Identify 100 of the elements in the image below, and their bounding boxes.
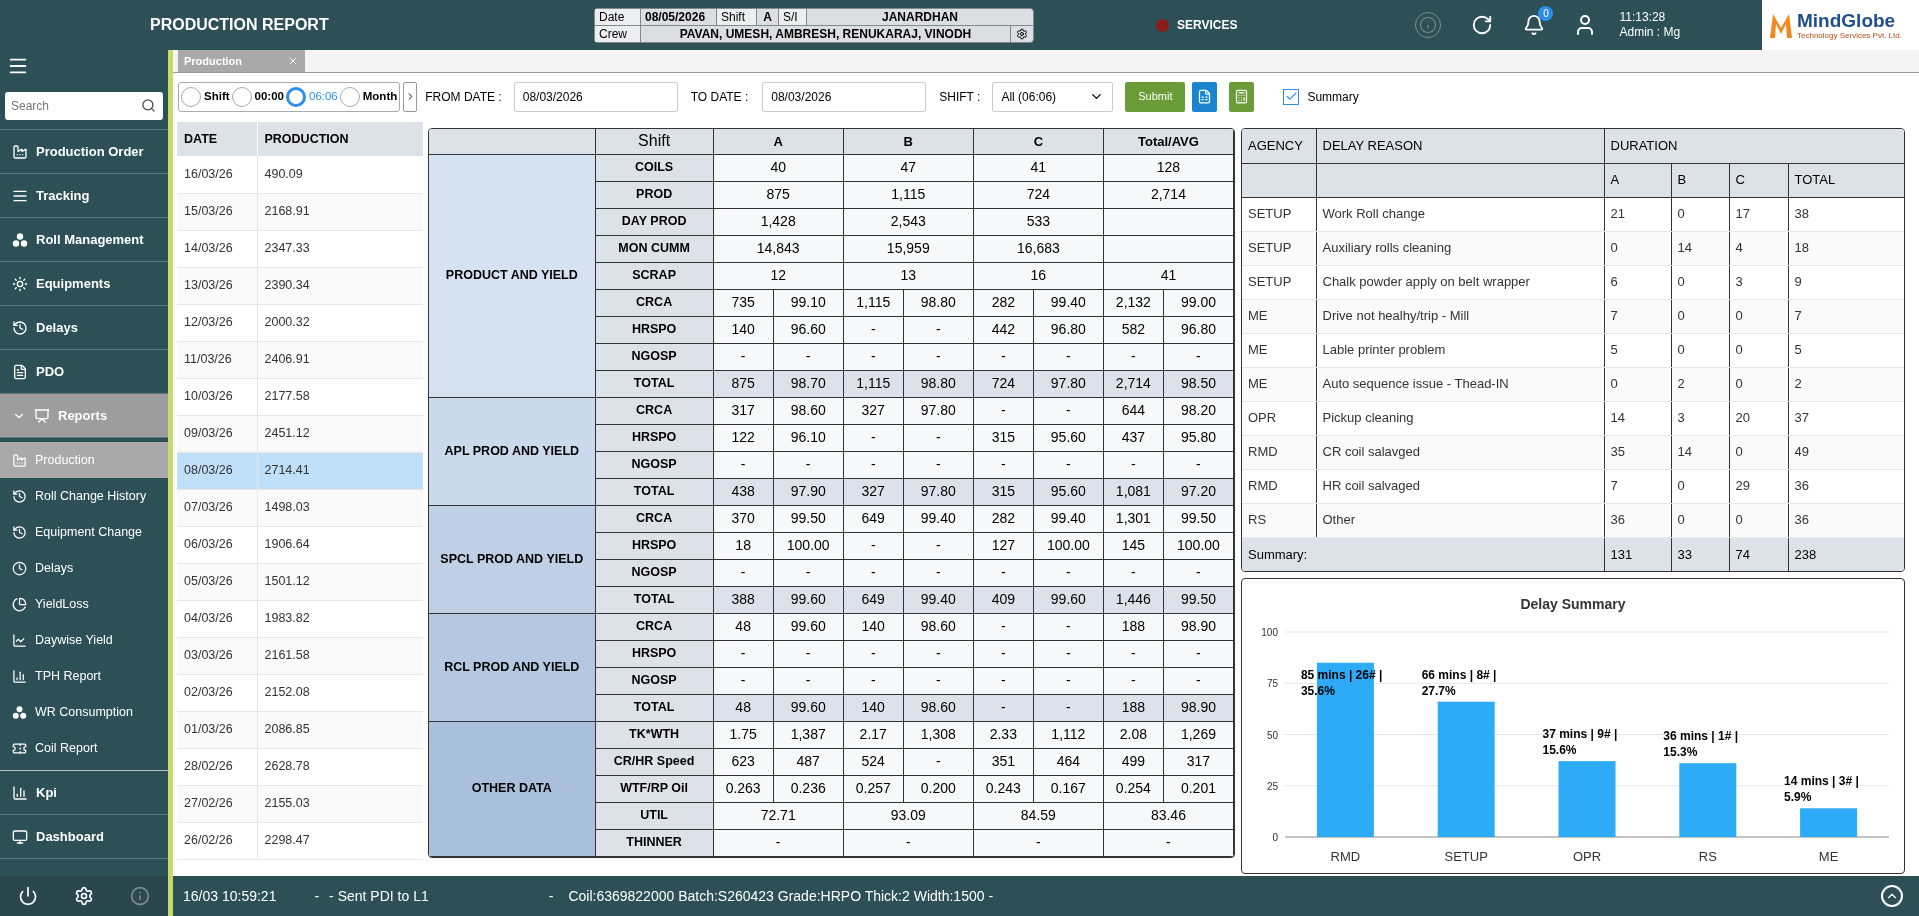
date-cell[interactable]: 10/03/26 [177, 378, 257, 415]
date-cell[interactable]: 04/03/26 [177, 600, 257, 637]
mode-radio[interactable]: Shift [181, 83, 230, 110]
mode-radio[interactable]: 06:06 [286, 83, 338, 110]
sidebar-item[interactable]: Dashboard [0, 815, 168, 859]
table-cell: 95.60 [1033, 424, 1104, 451]
table-cell: - [1103, 343, 1164, 370]
date-cell[interactable]: 11/03/26 [177, 341, 257, 378]
production-cell[interactable]: 2000.32 [257, 304, 423, 341]
production-cell[interactable]: 2451.12 [257, 415, 423, 452]
table-cell: 36 [1788, 503, 1904, 537]
production-cell[interactable]: 2155.03 [257, 785, 423, 822]
table-cell: Auto sequence issue - Thead-IN [1316, 367, 1604, 401]
expand-button[interactable] [403, 81, 418, 112]
date-cell[interactable]: 27/02/26 [177, 785, 257, 822]
production-cell[interactable]: 1983.82 [257, 600, 423, 637]
export-button[interactable] [1229, 81, 1255, 112]
search-field[interactable]: Search [5, 91, 163, 120]
table-cell: 15,959 [843, 235, 974, 262]
category-label: ME [1818, 849, 1839, 864]
table-cell: 464 [1033, 748, 1104, 775]
production-cell[interactable]: 2298.47 [257, 822, 423, 859]
summary-checkbox[interactable]: Summary [1283, 87, 1359, 106]
production-cell[interactable]: 2347.33 [257, 230, 423, 267]
to-date-field[interactable]: 08/03/2026 [762, 81, 927, 112]
production-cell[interactable]: 2714.41 [257, 452, 423, 489]
production-cell[interactable]: 2177.58 [257, 378, 423, 415]
date-cell[interactable]: 05/03/26 [177, 563, 257, 600]
from-date-field[interactable]: 08/03/2026 [513, 81, 678, 112]
history-icon [12, 524, 27, 540]
date-cell[interactable]: 28/02/26 [177, 748, 257, 785]
table-cell: - [1163, 343, 1234, 370]
table-cell: 317 [1163, 748, 1234, 775]
sidebar-item[interactable]: Production Order [0, 130, 168, 174]
submenu-item[interactable]: Daywise Yield [0, 622, 168, 658]
table-cell: 735 [713, 289, 774, 316]
date-cell[interactable]: 08/03/26 [177, 452, 257, 489]
table-cell: 0.167 [1033, 775, 1104, 802]
app-title: PRODUCTION REPORT [149, 15, 330, 35]
production-cell[interactable]: 2086.85 [257, 711, 423, 748]
date-cell[interactable]: 03/03/26 [177, 637, 257, 674]
table-cell: - [903, 424, 974, 451]
row-header: NGOSP [595, 343, 714, 370]
production-cell[interactable]: 2168.91 [257, 193, 423, 230]
date-cell[interactable]: 01/03/26 [177, 711, 257, 748]
column-header: A [713, 129, 844, 154]
date-cell[interactable]: 06/03/26 [177, 526, 257, 563]
production-cell[interactable]: 2628.78 [257, 748, 423, 785]
table-cell: 4 [1729, 231, 1788, 265]
submenu-item[interactable]: Equipment Change [0, 514, 168, 550]
shift-select[interactable]: All (06:06) [992, 81, 1114, 112]
chart-title: Delay Summary [1520, 595, 1626, 614]
production-cell[interactable]: 490.09 [257, 156, 423, 193]
date-cell[interactable]: 07/03/26 [177, 489, 257, 526]
sidebar-item[interactable]: Tracking [0, 174, 168, 218]
date-cell[interactable]: 12/03/26 [177, 304, 257, 341]
production-cell[interactable]: 2390.34 [257, 267, 423, 304]
scroll-up-button[interactable] [1881, 885, 1903, 907]
date-cell[interactable]: 16/03/26 [177, 156, 257, 193]
submenu-item[interactable]: YieldLoss [0, 586, 168, 622]
production-cell[interactable]: 1498.03 [257, 489, 423, 526]
submenu-item[interactable]: TPH Report [0, 658, 168, 694]
sidebar-item[interactable]: Equipments [0, 262, 168, 306]
sidebar-item[interactable]: Delays [0, 306, 168, 350]
table-cell: 74 [1729, 537, 1788, 571]
table-cell: 2.08 [1103, 721, 1164, 748]
submenu-item[interactable]: Roll Change History [0, 478, 168, 514]
date-cell[interactable]: 09/03/26 [177, 415, 257, 452]
table-cell: RMD [1242, 469, 1316, 503]
column-header: B [843, 129, 974, 154]
table-cell: - [713, 559, 774, 586]
production-cell[interactable]: 2161.58 [257, 637, 423, 674]
table-cell: 0 [1604, 367, 1671, 401]
table-cell: 724 [973, 181, 1104, 208]
date-cell[interactable]: 26/02/26 [177, 822, 257, 859]
production-cell[interactable]: 1501.12 [257, 563, 423, 600]
production-cell[interactable]: 2406.91 [257, 341, 423, 378]
production-cell[interactable]: 1906.64 [257, 526, 423, 563]
table-cell: 2 [1671, 367, 1729, 401]
date-cell[interactable]: 02/03/26 [177, 674, 257, 711]
submenu-item[interactable]: Delays [0, 550, 168, 586]
table-cell: - [973, 451, 1034, 478]
mode-radio[interactable]: Month [339, 83, 398, 110]
table-cell: 127 [973, 532, 1034, 559]
date-cell[interactable]: 14/03/26 [177, 230, 257, 267]
report-button[interactable] [1192, 81, 1218, 112]
sidebar-item[interactable]: Kpi [0, 771, 168, 815]
mode-radio[interactable]: 00:00 [231, 83, 284, 110]
sidebar-item[interactable]: Roll Management [0, 218, 168, 262]
row-header: TOTAL [595, 478, 714, 505]
production-cell[interactable]: 2152.08 [257, 674, 423, 711]
table-cell: - [773, 451, 844, 478]
date-cell[interactable]: 13/03/26 [177, 267, 257, 304]
table-cell: 0 [1729, 367, 1788, 401]
table-cell: 351 [973, 748, 1034, 775]
table-cell: ME [1242, 367, 1316, 401]
submenu-item[interactable]: WR Consumption [0, 694, 168, 730]
submenu-item[interactable]: Coil Report [0, 730, 168, 766]
date-cell[interactable]: 15/03/26 [177, 193, 257, 230]
table-cell: 0 [1671, 503, 1729, 537]
